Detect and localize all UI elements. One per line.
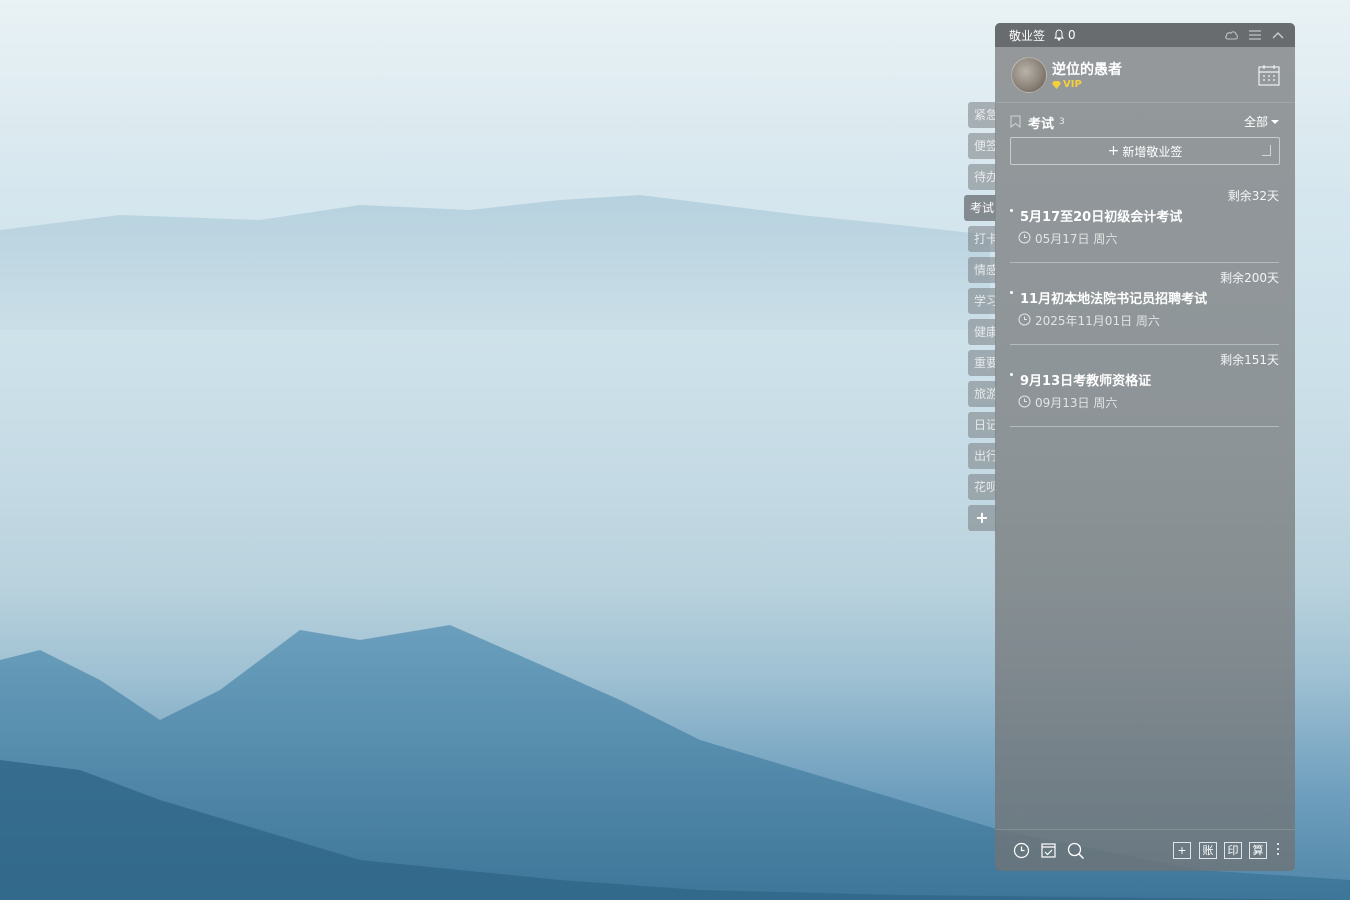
note-remaining-days: 剩余200天	[1220, 271, 1279, 285]
resize-corner-icon	[1262, 145, 1271, 156]
note-date: 09月13日 周六	[1035, 396, 1118, 410]
add-category-tab[interactable]: +	[968, 505, 996, 531]
filter-label: 全部	[1243, 115, 1268, 129]
quick-add-button[interactable]: +	[1173, 842, 1191, 859]
side-tab-emotion[interactable]: 情感	[968, 257, 996, 283]
checklist-icon[interactable]	[1041, 842, 1056, 858]
chevron-down-icon	[1271, 119, 1279, 124]
cloud-sync-icon[interactable]	[1224, 28, 1239, 43]
side-tab-exam[interactable]: 考试	[964, 195, 996, 221]
note-remaining-days: 剩余151天	[1220, 353, 1279, 367]
vip-badge: VIP	[1052, 79, 1082, 90]
account-button[interactable]: 账	[1199, 842, 1217, 859]
side-tab-health[interactable]: 健康	[968, 319, 996, 345]
clock-icon	[1018, 231, 1031, 244]
print-button[interactable]: 印	[1224, 842, 1242, 859]
side-tab-diary[interactable]: 日记	[968, 412, 996, 438]
side-tab-travel[interactable]: 旅游	[968, 381, 996, 407]
title-bar[interactable]: 敬业签 0	[995, 23, 1295, 47]
bullet-icon	[1010, 291, 1013, 294]
bell-icon	[1054, 29, 1064, 41]
add-note-button[interactable]: + 新增敬业签	[1010, 137, 1280, 165]
note-title: 5月17至20日初级会计考试	[1020, 210, 1183, 225]
note-title: 11月初本地法院书记员招聘考试	[1020, 292, 1208, 307]
bullet-icon	[1010, 373, 1013, 376]
bookmark-icon	[1010, 115, 1021, 128]
calendar-button[interactable]	[1257, 63, 1281, 87]
clock-icon	[1018, 395, 1031, 408]
more-icon[interactable]	[1277, 843, 1280, 858]
vip-label: VIP	[1063, 79, 1082, 90]
category-count: 3	[1059, 117, 1065, 127]
note-list: 剩余32天 5月17至20日初级会计考试 05月17日 周六 剩余200天 11…	[1010, 181, 1279, 427]
side-tab-notes[interactable]: 便签	[968, 133, 996, 159]
note-date: 2025年11月01日 周六	[1035, 314, 1160, 328]
note-item[interactable]: 剩余151天 9月13日考教师资格证 09月13日 周六	[1010, 345, 1279, 427]
bullet-icon	[1010, 209, 1013, 212]
side-tab-outing[interactable]: 出行	[968, 443, 996, 469]
category-header: 考试 3 全部	[995, 103, 1295, 139]
avatar[interactable]	[1011, 57, 1047, 93]
app-name: 敬业签	[1009, 28, 1046, 43]
notification-count: 0	[1068, 28, 1076, 42]
menu-icon[interactable]	[1247, 28, 1262, 43]
add-note-label: 新增敬业签	[1122, 144, 1183, 159]
note-item[interactable]: 剩余32天 5月17至20日初级会计考试 05月17日 周六	[1010, 181, 1279, 263]
bottom-toolbar: + 账 印 算	[995, 829, 1295, 871]
note-date: 05月17日 周六	[1035, 232, 1118, 246]
clock-icon[interactable]	[1013, 842, 1030, 859]
calculator-button[interactable]: 算	[1249, 842, 1267, 859]
category-title: 考试	[1028, 117, 1055, 132]
side-tab-urgent[interactable]: 紧急	[968, 102, 996, 128]
side-tab-checkin[interactable]: 打卡	[968, 226, 996, 252]
note-panel: 敬业签 0 逆位的愚者 VIP 考试 3 全部 + 新增敬业签 剩余32天 5月…	[995, 23, 1295, 871]
side-tab-todo[interactable]: 待办	[968, 164, 996, 190]
plus-icon: +	[1107, 143, 1120, 159]
side-tab-study[interactable]: 学习	[968, 288, 996, 314]
note-item[interactable]: 剩余200天 11月初本地法院书记员招聘考试 2025年11月01日 周六	[1010, 263, 1279, 345]
side-tab-important[interactable]: 重要	[968, 350, 996, 376]
diamond-icon	[1052, 80, 1061, 89]
note-remaining-days: 剩余32天	[1227, 189, 1279, 203]
calendar-icon	[1258, 65, 1280, 86]
user-header: 逆位的愚者 VIP	[995, 47, 1295, 103]
notification-button[interactable]: 0	[1053, 28, 1076, 42]
filter-dropdown[interactable]: 全部	[1244, 113, 1279, 130]
username[interactable]: 逆位的愚者	[1052, 59, 1122, 79]
search-icon[interactable]	[1067, 842, 1085, 860]
note-title: 9月13日考教师资格证	[1020, 374, 1152, 389]
clock-icon	[1018, 313, 1031, 326]
collapse-icon[interactable]	[1270, 28, 1285, 43]
side-tab-huabei[interactable]: 花呗	[968, 474, 996, 500]
